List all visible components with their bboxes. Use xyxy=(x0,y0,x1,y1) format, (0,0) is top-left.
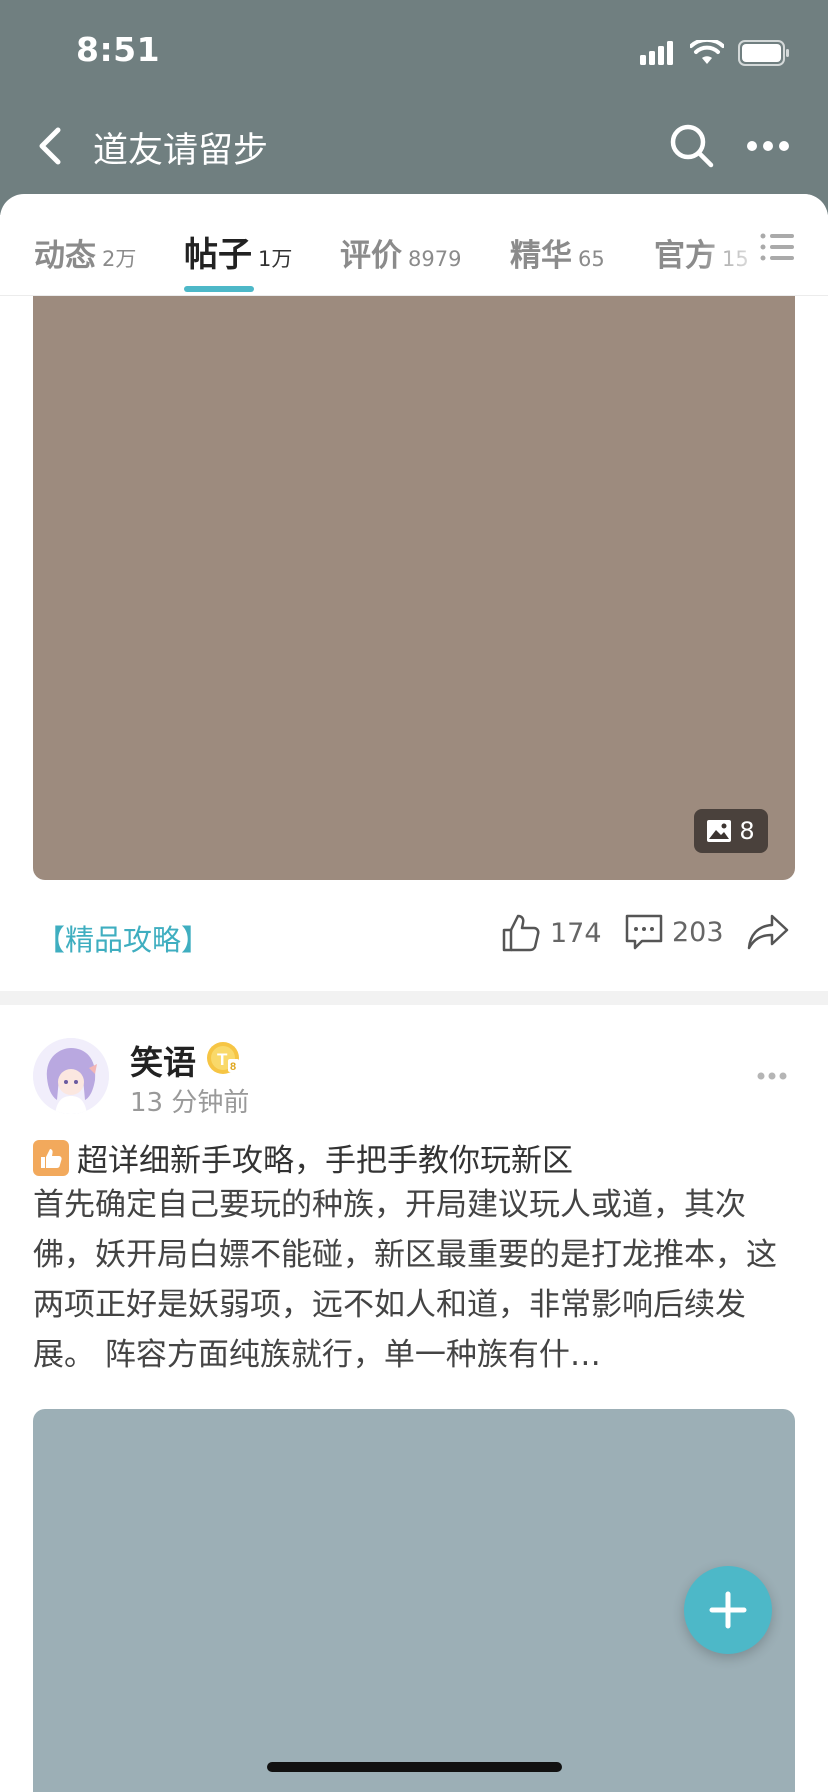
share-button[interactable] xyxy=(746,912,790,952)
status-icons xyxy=(640,38,790,68)
back-icon[interactable] xyxy=(30,118,70,174)
wifi-icon xyxy=(690,40,724,64)
tab-label: 精华 xyxy=(510,238,572,274)
avatar[interactable] xyxy=(33,1038,109,1114)
post-time: 13 分钟前 xyxy=(130,1088,250,1118)
post-more-icon[interactable] xyxy=(756,1070,788,1082)
comment-count: 203 xyxy=(672,916,724,948)
post-image[interactable]: 8 xyxy=(33,296,795,880)
tab-label: 动态 xyxy=(34,238,96,274)
tab-bar: 动态2万 帖子1万 评价8979 精华65 官方15 xyxy=(0,194,828,296)
recommend-thumb-icon xyxy=(33,1139,69,1176)
plus-icon xyxy=(709,1591,747,1629)
image-count-badge: 8 xyxy=(694,809,768,853)
tab-label: 评价 xyxy=(340,238,402,274)
tab-featured[interactable]: 精华 65 xyxy=(510,230,605,275)
more-icon[interactable] xyxy=(744,132,792,160)
svg-text:T: T xyxy=(217,1050,228,1069)
svg-text:8: 8 xyxy=(230,1061,236,1073)
battery-icon xyxy=(738,40,789,66)
post-image[interactable] xyxy=(33,1409,795,1792)
tab-count: 8979 xyxy=(408,247,462,271)
like-count: 174 xyxy=(550,917,602,949)
tab-count: 65 xyxy=(578,247,605,271)
post-title: 超详细新手攻略，手把手教你玩新区 xyxy=(77,1143,573,1179)
tab-list-icon[interactable] xyxy=(760,232,796,262)
post-separator xyxy=(0,991,828,1005)
status-time: 8:51 xyxy=(76,30,161,69)
post-title-row[interactable]: 超详细新手攻略，手把手教你玩新区 xyxy=(33,1135,573,1180)
tab-reviews[interactable]: 评价 8979 xyxy=(340,230,461,275)
post-tag[interactable]: 【精品攻略】 xyxy=(36,917,210,959)
signal-icon xyxy=(640,41,673,65)
level-badge-icon: T 8 xyxy=(207,1042,239,1074)
tab-label: 帖子 xyxy=(184,235,252,275)
comment-button[interactable]: 203 xyxy=(624,912,724,952)
author-name[interactable]: 笑语 xyxy=(130,1036,196,1084)
thumbs-up-icon xyxy=(502,914,540,952)
post-body[interactable]: 首先确定自己要玩的种族，开局建议玩人或道，其次佛，妖开局白嫖不能碰，新区最重要的… xyxy=(33,1180,795,1380)
active-tab-indicator xyxy=(184,286,254,292)
like-button[interactable]: 174 xyxy=(500,912,602,954)
image-icon xyxy=(707,820,732,842)
tab-posts[interactable]: 帖子 1万 xyxy=(184,227,292,276)
create-post-button[interactable] xyxy=(684,1566,772,1654)
tab-count: 1万 xyxy=(258,247,293,271)
image-count: 8 xyxy=(739,817,755,845)
search-icon[interactable] xyxy=(668,122,716,170)
page-title: 道友请留步 xyxy=(93,131,269,171)
comment-icon xyxy=(625,914,663,950)
share-icon xyxy=(747,914,789,950)
home-indicator xyxy=(267,1762,562,1772)
tab-dynamics[interactable]: 动态 2万 xyxy=(34,230,136,275)
app-header: 8:51 道友请留步 xyxy=(0,0,828,215)
tab-count: 2万 xyxy=(102,247,137,271)
